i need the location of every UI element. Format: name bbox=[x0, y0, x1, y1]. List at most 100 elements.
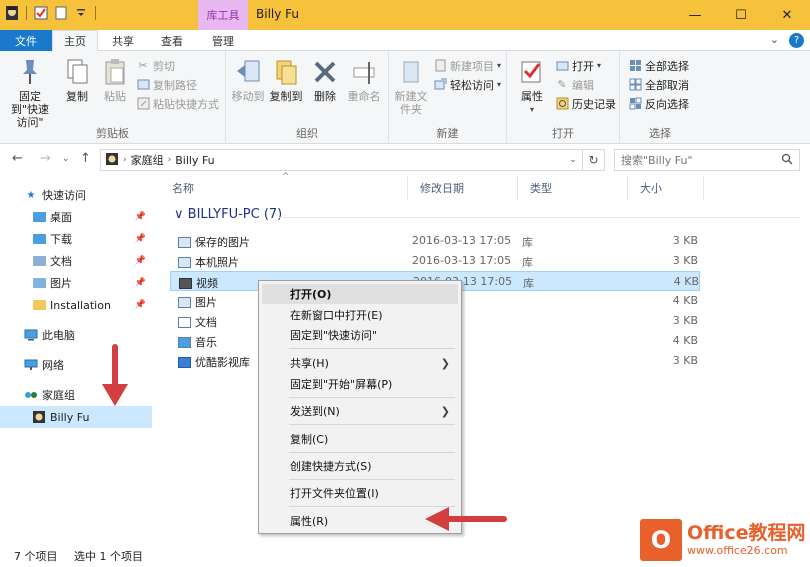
back-arrow-icon[interactable]: ← bbox=[12, 151, 23, 166]
copy-to-button[interactable]: 复制到 bbox=[268, 56, 304, 103]
group-header[interactable]: ∨ BILLYFU-PC (7) bbox=[174, 207, 282, 222]
new-item-button[interactable]: 新建项目 ▾ bbox=[433, 57, 501, 74]
refresh-icon[interactable]: ↻ bbox=[582, 150, 604, 170]
menu-item-share[interactable]: 共享(H) ❯ bbox=[262, 353, 458, 373]
open-ribbon-button[interactable]: 打开 ▾ bbox=[555, 57, 601, 74]
help-icon[interactable]: ? bbox=[789, 33, 804, 48]
pin-icon: 📌 bbox=[134, 278, 146, 288]
expand-ribbon-icon[interactable]: ⌄ bbox=[770, 33, 779, 48]
library-videos-icon bbox=[179, 277, 192, 289]
close-button[interactable]: ✕ bbox=[764, 0, 810, 30]
menu-item-send-to[interactable]: 发送到(N) ❯ bbox=[262, 401, 458, 421]
submenu-chevron-icon: ❯ bbox=[440, 404, 450, 418]
breadcrumb-homegroup[interactable]: 家庭组 bbox=[131, 152, 164, 168]
copy-path-button[interactable]: 复制路径 bbox=[136, 76, 197, 93]
history-button[interactable]: 历史记录 bbox=[555, 95, 616, 112]
up-arrow-icon[interactable]: ↑ bbox=[80, 151, 91, 166]
menu-item-open[interactable]: 打开(O) bbox=[262, 284, 458, 304]
select-none-button[interactable]: 全部取消 bbox=[628, 76, 689, 93]
table-row[interactable]: 本机照片 2016-03-13 17:05 库 3 KB bbox=[170, 251, 700, 271]
tab-view[interactable]: 查看 bbox=[148, 30, 196, 51]
maximize-button[interactable]: ☐ bbox=[718, 0, 764, 30]
properties-ribbon-button[interactable]: 属性 ▾ bbox=[515, 56, 549, 116]
nav-homegroup[interactable]: 家庭组 bbox=[0, 384, 152, 406]
new-folder-icon bbox=[396, 56, 426, 88]
tab-home[interactable]: 主页 bbox=[52, 30, 98, 52]
menu-separator bbox=[289, 479, 455, 480]
address-dropdown-icon[interactable]: ⌄ bbox=[564, 155, 582, 165]
tab-file[interactable]: 文件 bbox=[0, 30, 52, 51]
menu-item-pin-start[interactable]: 固定到"开始"屏幕(P) bbox=[262, 374, 458, 394]
rename-button[interactable]: 重命名 bbox=[344, 56, 384, 103]
tab-share[interactable]: 共享 bbox=[100, 30, 146, 51]
select-group: 全部选择 全部取消 反向选择 选择 bbox=[620, 51, 700, 144]
nav-this-pc[interactable]: 此电脑 bbox=[0, 324, 152, 346]
move-to-button[interactable]: 移动到 bbox=[230, 56, 266, 103]
column-size[interactable]: 大小 bbox=[628, 176, 704, 200]
user-avatar-icon bbox=[32, 410, 46, 424]
forward-arrow-icon[interactable]: → bbox=[40, 151, 51, 166]
new-folder-button[interactable]: 新建文件夹 bbox=[393, 56, 429, 116]
computer-icon bbox=[24, 328, 38, 342]
pin-icon: 📌 bbox=[134, 300, 146, 310]
tab-manage[interactable]: 管理 bbox=[198, 30, 248, 51]
customize-qat-icon[interactable] bbox=[73, 5, 89, 21]
new-group-label: 新建 bbox=[436, 127, 459, 140]
menu-item-pin-quick-access[interactable]: 固定到"快速访问" bbox=[262, 325, 458, 345]
copy-button[interactable]: 复制 bbox=[60, 56, 94, 103]
documents-folder-icon bbox=[32, 254, 46, 268]
column-type[interactable]: 类型 bbox=[518, 176, 628, 200]
pin-icon bbox=[15, 56, 45, 88]
new-folder-qat-icon[interactable] bbox=[53, 5, 69, 21]
column-date[interactable]: 修改日期 bbox=[408, 176, 518, 200]
recent-locations-chevron-icon[interactable]: ⌄ bbox=[62, 154, 70, 164]
nav-quick-access[interactable]: ★ 快速访问 bbox=[0, 184, 152, 206]
menu-item-copy[interactable]: 复制(C) bbox=[262, 429, 458, 449]
new-group: 新建文件夹 新建项目 ▾ 轻松访问 ▾ 新建 bbox=[389, 51, 507, 144]
nav-network[interactable]: 网络 bbox=[0, 354, 152, 376]
delete-button[interactable]: 删除 bbox=[310, 56, 340, 103]
nav-item-downloads[interactable]: 下载 📌 bbox=[0, 228, 152, 250]
watermark: O Office教程网 www.office26.com bbox=[640, 512, 810, 567]
library-photos-icon bbox=[178, 256, 191, 268]
nav-item-documents[interactable]: 文档 📌 bbox=[0, 250, 152, 272]
minimize-button[interactable]: — bbox=[672, 0, 718, 30]
delete-x-icon bbox=[310, 56, 340, 88]
easy-access-button[interactable]: 轻松访问 ▾ bbox=[433, 76, 501, 93]
red-arrow-left-head bbox=[425, 507, 449, 531]
star-icon: ★ bbox=[26, 189, 36, 201]
pin-quick-access-button[interactable]: 固定到"快速访问" bbox=[6, 56, 54, 129]
select-all-icon bbox=[628, 59, 642, 73]
cut-button[interactable]: ✂ 剪切 bbox=[136, 57, 175, 74]
invert-selection-button[interactable]: 反向选择 bbox=[628, 95, 689, 112]
breadcrumb-separator-icon[interactable]: › bbox=[168, 155, 172, 165]
homegroup-icon bbox=[24, 388, 38, 402]
paste-button[interactable]: 粘贴 bbox=[98, 56, 132, 103]
address-bar[interactable]: › 家庭组 › Billy Fu ⌄ ↻ bbox=[100, 149, 605, 171]
nav-item-desktop[interactable]: 桌面 📌 bbox=[0, 206, 152, 228]
table-row[interactable]: 保存的图片 2016-03-13 17:05 库 3 KB bbox=[170, 231, 700, 251]
search-input[interactable]: 搜索"Billy Fu" bbox=[614, 149, 800, 171]
properties-qat-icon[interactable] bbox=[33, 5, 49, 21]
menu-item-open-new-window[interactable]: 在新窗口中打开(E) bbox=[262, 305, 458, 325]
edit-button[interactable]: ✎ 编辑 bbox=[555, 76, 594, 93]
nav-billy-fu[interactable]: Billy Fu bbox=[0, 406, 152, 428]
select-all-button[interactable]: 全部选择 bbox=[628, 57, 689, 74]
menu-item-open-location[interactable]: 打开文件夹位置(I) bbox=[262, 483, 458, 503]
column-name[interactable]: 名称 bbox=[160, 176, 408, 200]
paste-shortcut-button[interactable]: 粘贴快捷方式 bbox=[136, 95, 219, 112]
menu-item-create-shortcut[interactable]: 创建快捷方式(S) bbox=[262, 456, 458, 476]
nav-item-installation[interactable]: Installation 📌 bbox=[0, 294, 152, 316]
rename-icon bbox=[349, 56, 379, 88]
network-icon bbox=[24, 358, 38, 372]
library-music-icon bbox=[178, 336, 191, 348]
breadcrumb-separator-icon[interactable]: › bbox=[123, 155, 127, 165]
library-tools-tab[interactable]: 库工具 bbox=[198, 0, 248, 30]
copy-path-icon bbox=[136, 78, 150, 92]
move-to-icon bbox=[233, 56, 263, 88]
nav-item-pictures[interactable]: 图片 📌 bbox=[0, 272, 152, 294]
library-images-icon bbox=[178, 296, 191, 308]
breadcrumb-user[interactable]: Billy Fu bbox=[175, 154, 214, 167]
open-group-label: 打开 bbox=[552, 127, 574, 140]
office-logo-icon: O bbox=[640, 518, 682, 561]
